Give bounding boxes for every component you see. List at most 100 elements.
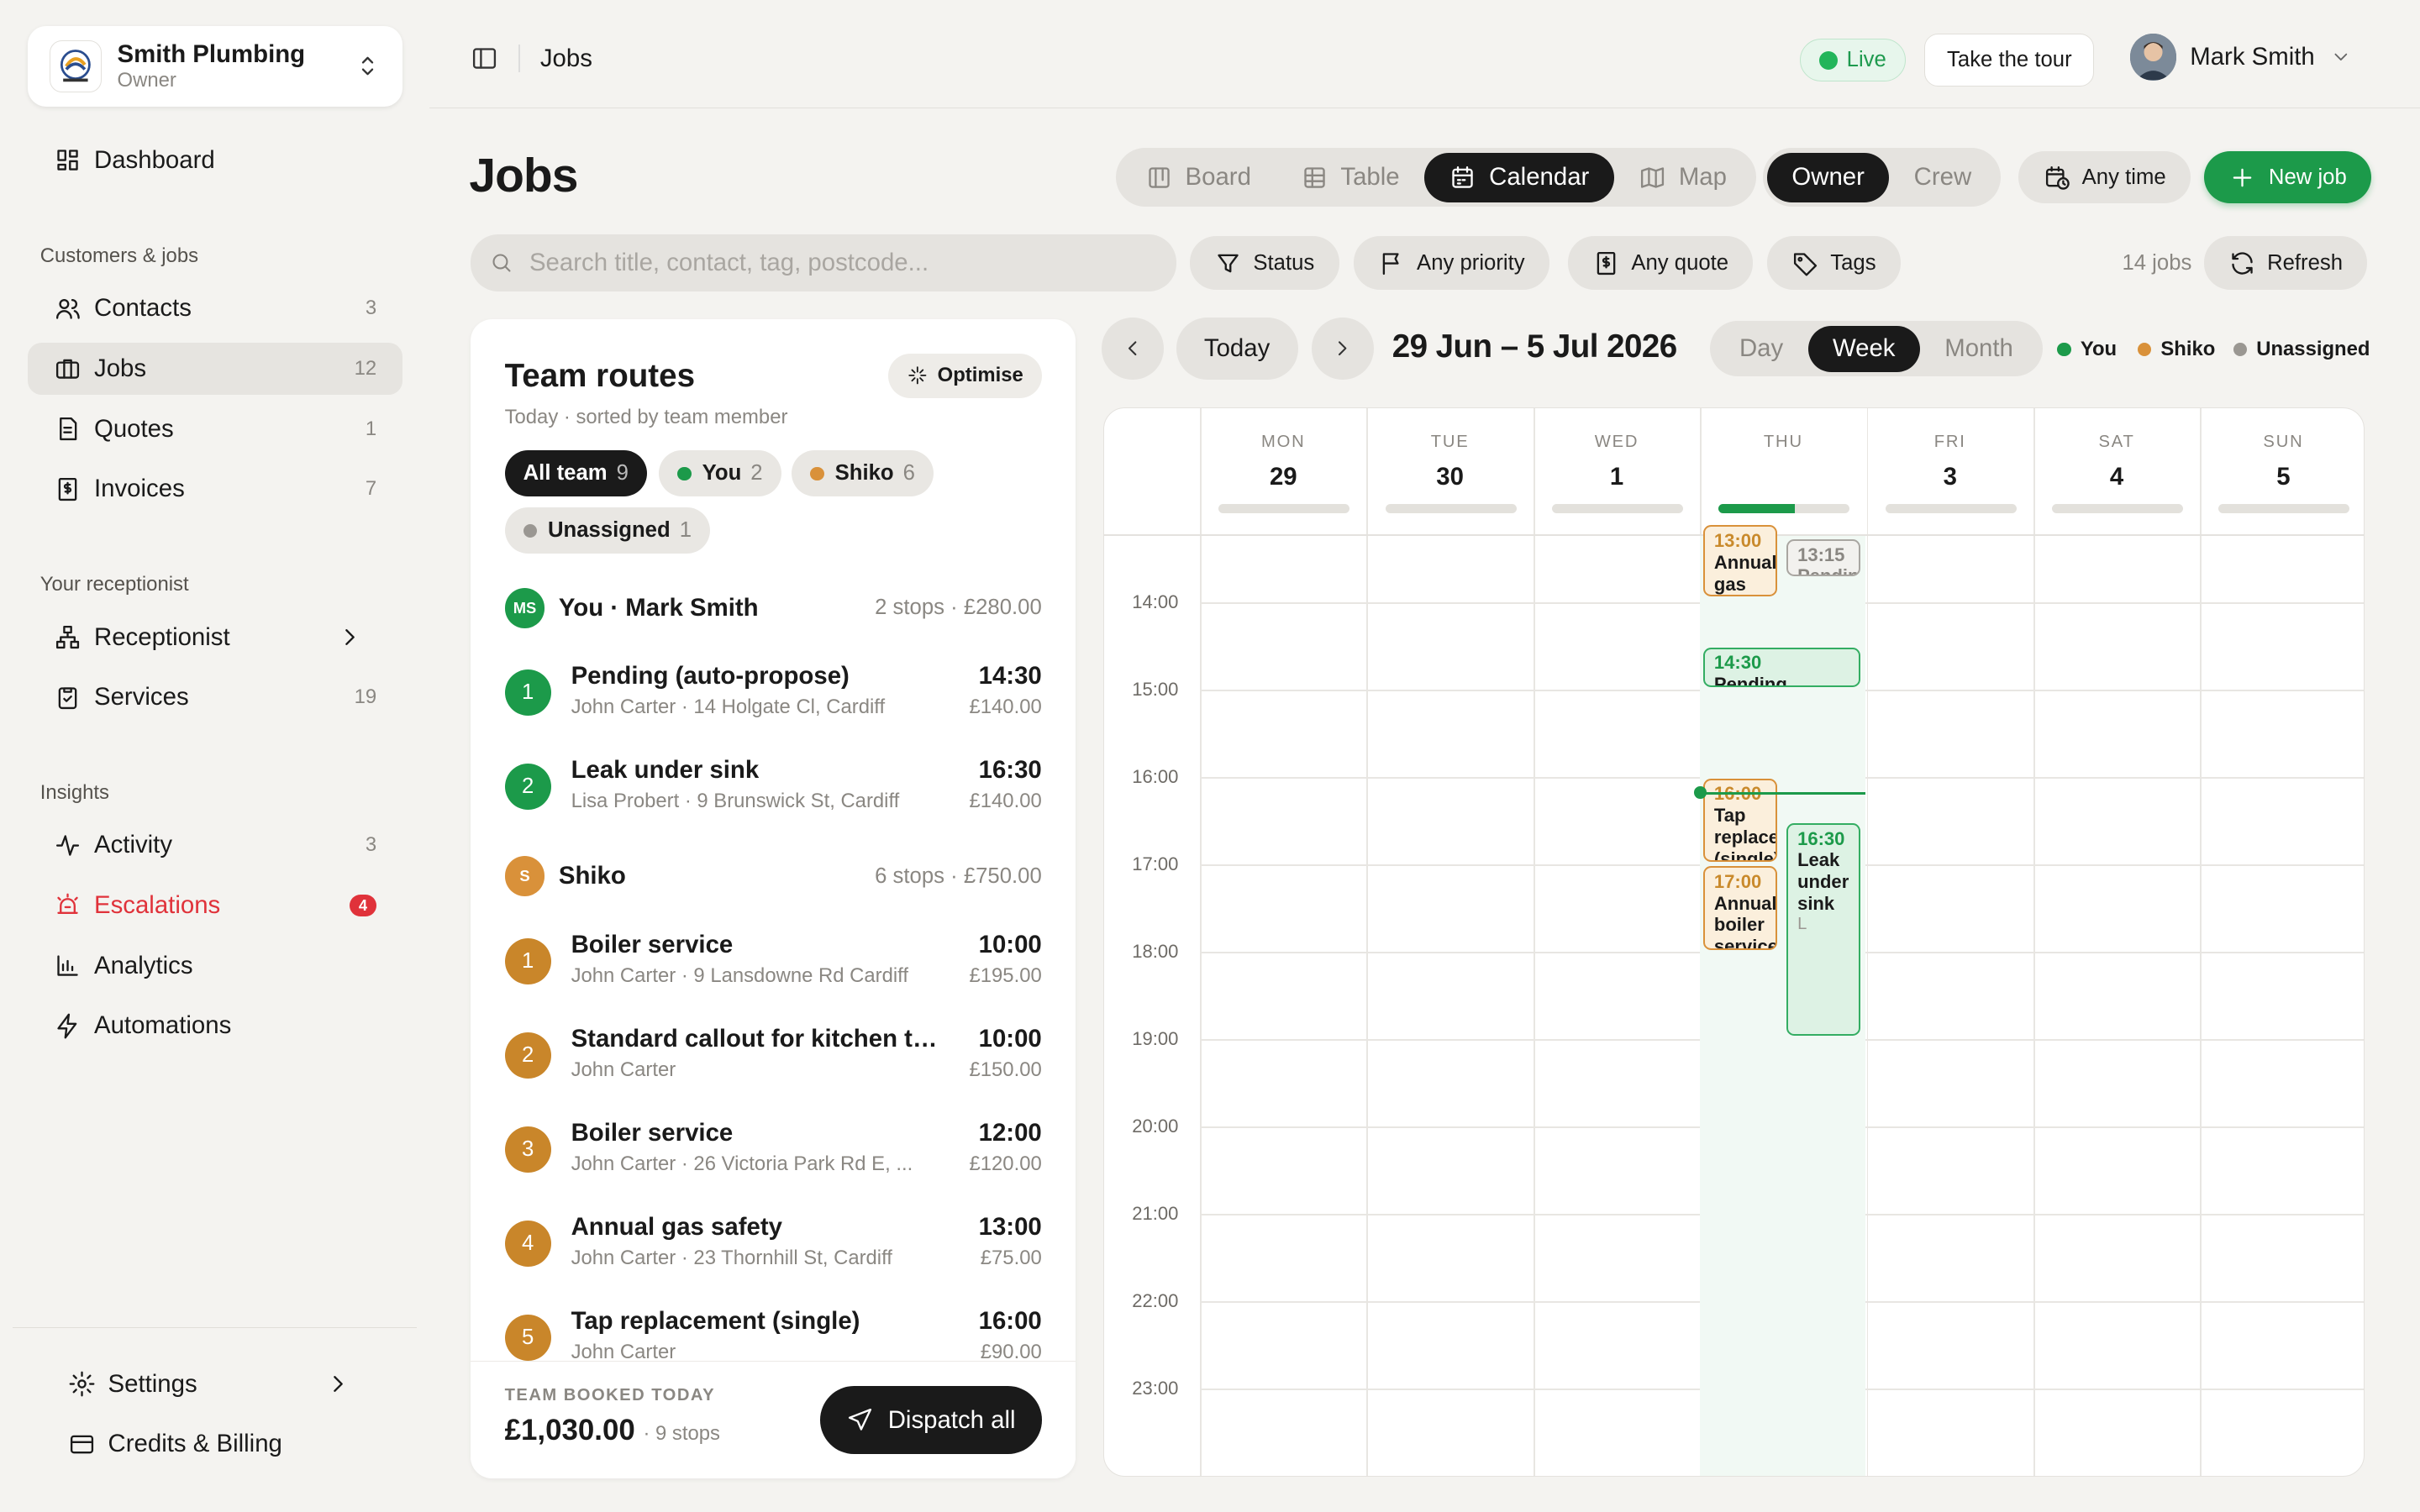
tags-filter[interactable]: Tags [1767,236,1901,291]
filter-unassigned[interactable]: Unassigned 1 [504,507,711,554]
nav-label: Activity [94,831,173,859]
nav-label: Quotes [94,414,174,443]
day-header[interactable]: TUE 30 [1366,408,1533,535]
calendar-event[interactable]: 16:30 Leak under sink L [1786,822,1861,1037]
stop-number: 2 [504,1032,551,1079]
view-map[interactable]: Map [1614,153,1752,202]
nav-label: Receptionist [94,622,230,651]
pill-count: 9 [616,461,629,486]
calendar-event[interactable]: 17:00 Annual boiler service [1702,866,1778,950]
route-stop[interactable]: 4 Annual gas safety John Carter · 23 Tho… [504,1213,1042,1278]
prev-week-button[interactable] [1102,318,1164,380]
view-calendar[interactable]: Calendar [1424,152,1614,202]
nav-customers: Customers & jobs Contacts 3 Jobs 12 Quot… [28,238,403,516]
nav-item-billing[interactable]: Credits & Billing [42,1418,391,1470]
refresh-button[interactable]: Refresh [2203,236,2368,291]
day-header[interactable]: WED 1 [1534,408,1700,535]
day-column-divider [2033,407,2035,1476]
nav-count: 12 [354,356,377,380]
calendar-event[interactable]: 13:00Annual gas safety [1702,525,1778,596]
nav-item-dashboard[interactable]: Dashboard [28,134,402,186]
pill-count: 2 [750,461,763,486]
escalations-badge: 4 [349,895,377,916]
day-load-bar [1718,503,1850,513]
nav-item-invoices[interactable]: Invoices 7 [28,463,402,515]
view-board[interactable]: Board [1120,153,1276,202]
nav-item-escalations[interactable]: Escalations 4 [28,879,402,932]
calendar-event[interactable]: 14:30 Pending [1702,647,1861,688]
day-header[interactable]: MON 29 [1200,408,1366,535]
next-week-button[interactable] [1312,318,1374,380]
dispatch-all-button[interactable]: Dispatch all [819,1386,1042,1455]
route-stop[interactable]: 2 Standard callout for kitchen ta... Joh… [504,1025,1042,1089]
nav-item-automations[interactable]: Automations [28,1000,402,1052]
live-badge[interactable]: Live [1799,38,1906,82]
mode-week[interactable]: Week [1807,325,1920,372]
dashboard-icon [54,146,94,174]
stop-number: 1 [504,937,551,984]
route-stop[interactable]: 2 Leak under sink Lisa Probert · 9 Bruns… [504,756,1042,821]
board-icon [1145,164,1186,192]
nav-item-contacts[interactable]: Contacts 3 [28,282,402,334]
workspace-switcher[interactable]: Smith Plumbing Owner [28,26,403,107]
avatar [2129,34,2176,81]
filter-all-team[interactable]: All team 9 [504,450,647,497]
nav-item-quotes[interactable]: Quotes 1 [28,402,402,454]
day-column-divider [1200,407,1202,1476]
day-number: 4 [2109,462,2124,491]
mode-month[interactable]: Month [1920,326,2038,372]
today-button[interactable]: Today [1176,318,1298,380]
sidebar-toggle-icon[interactable] [471,45,498,72]
team-routes-panel: Team routes Today · sorted by team membe… [471,319,1076,1478]
day-name: FRI [1933,433,1966,452]
calendar-event[interactable]: 16:00Tap replacement (single) [1702,778,1778,862]
nav-count: 3 [365,833,377,857]
nav-item-settings[interactable]: Settings [42,1357,391,1410]
stop-price: £75.00 [980,1247,1042,1270]
view-table[interactable]: Table [1276,153,1424,202]
day-header[interactable]: THU2 [1700,408,1866,535]
route-stop[interactable]: 1 Boiler service John Carter · 9 Lansdow… [504,931,1042,995]
nav-item-activity[interactable]: Activity 3 [28,819,402,871]
nav-item-analytics[interactable]: Analytics [28,939,402,991]
optimise-button[interactable]: Optimise [887,353,1042,398]
search-input[interactable]: Search title, contact, tag, postcode... [471,234,1176,292]
time-filter-button[interactable]: Any time [2018,150,2191,204]
nav-item-receptionist[interactable]: Receptionist [28,611,402,663]
route-stop[interactable]: 3 Boiler service John Carter · 26 Victor… [504,1119,1042,1184]
nav-item-jobs[interactable]: Jobs 12 [28,342,403,396]
legend-unassigned: Unassigned [2233,338,2370,361]
flag-icon [1378,249,1417,277]
day-header[interactable]: SUN 5 [2200,408,2364,535]
role-crew[interactable]: Crew [1889,153,1996,202]
route-stop[interactable]: 1 Pending (auto-propose) John Carter · 1… [504,662,1042,727]
day-header[interactable]: SAT 4 [2033,408,2200,535]
pill-label: Shiko [834,461,894,486]
filter-you[interactable]: You 2 [659,450,781,497]
workspace-name: Smith Plumbing [117,39,306,68]
pill-count: 6 [902,461,915,486]
nav-label: Settings [108,1369,197,1398]
event-title: Leak under sink [1797,849,1849,914]
nav-count: 3 [365,297,377,320]
filter-shiko[interactable]: Shiko 6 [792,450,934,497]
stop-subtitle: John Carter [571,1058,676,1081]
role-owner[interactable]: Owner [1767,152,1890,202]
user-menu[interactable]: Mark Smith [2129,34,2352,81]
route-group-you: MS You · Mark Smith 2 stops · £280.00 [504,587,1042,628]
calendar-event[interactable]: 13:15Pending [1786,538,1861,577]
nav-count: 19 [354,685,377,709]
chevron-down-icon [2330,46,2352,68]
day-number: 29 [1269,462,1297,491]
event-title: Annual boiler service [1713,892,1778,950]
status-filter[interactable]: Status [1190,236,1339,291]
new-job-button[interactable]: New job [2203,150,2372,204]
mode-day[interactable]: Day [1715,326,1808,372]
priority-filter[interactable]: Any priority [1353,236,1549,291]
legend-dot [2137,342,2152,357]
nav-item-services[interactable]: Services 19 [28,671,402,723]
stop-subtitle: John Carter · 23 Thornhill St, Cardiff [571,1247,892,1270]
quote-filter[interactable]: Any quote [1568,236,1754,291]
day-header[interactable]: FRI 3 [1867,408,2033,535]
take-tour-button[interactable]: Take the tour [1924,34,2095,87]
